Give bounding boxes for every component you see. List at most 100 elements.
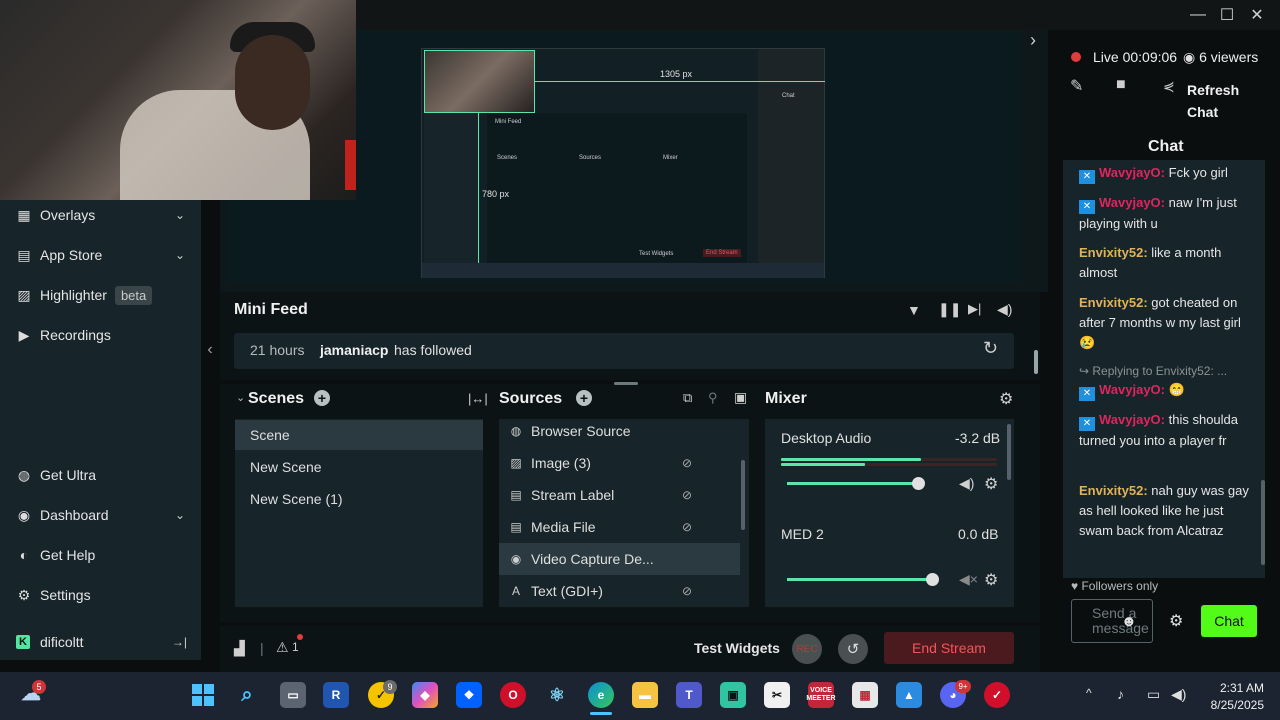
collapse-sidebar-button[interactable]: ‹	[201, 335, 219, 365]
source-item[interactable]: ◍ Browser Source	[499, 415, 740, 447]
gear-icon[interactable]: ⚙	[984, 570, 998, 590]
opera-icon[interactable]: O	[500, 682, 526, 708]
source-item[interactable]: ▤ Media File ⊘	[499, 511, 740, 543]
gear-icon[interactable]: ⚙	[984, 474, 998, 494]
source-properties-icon[interactable]: ⚲	[708, 390, 718, 406]
preview-webcam-source[interactable]	[424, 50, 535, 113]
chevron-down-icon[interactable]: ⌄	[175, 248, 185, 262]
sidebar-item-get-ultra[interactable]: ◍ Get Ultra	[0, 455, 201, 495]
network-icon[interactable]: ▭	[1147, 686, 1160, 703]
emoji-icon[interactable]: ☻	[1121, 613, 1137, 630]
chevron-down-icon[interactable]: ⌄	[236, 391, 245, 404]
chevron-down-icon[interactable]: ⌄	[175, 508, 185, 522]
user-profile[interactable]: K dificoltt →|	[0, 624, 201, 660]
capcut-icon[interactable]: ✂	[764, 682, 790, 708]
gear-icon[interactable]: ⚙	[1169, 611, 1183, 631]
slider-knob[interactable]	[912, 477, 925, 490]
send-chat-button[interactable]: Chat	[1201, 605, 1257, 637]
edit-icon[interactable]: ✎	[1070, 76, 1083, 96]
source-item[interactable]: ◉ Video Capture De...	[499, 543, 740, 575]
skip-icon[interactable]: ▶|	[968, 301, 981, 317]
scrollbar[interactable]	[1034, 350, 1038, 374]
slider-knob[interactable]	[926, 573, 939, 586]
files-icon[interactable]: ▭	[280, 682, 306, 708]
alert-icon[interactable]: ⚠	[276, 639, 289, 656]
feed-action: has followed	[394, 342, 472, 358]
chevron-up-icon[interactable]: ^	[1086, 686, 1092, 700]
stats-icon[interactable]: ▟	[234, 640, 245, 657]
muted-icon[interactable]: ◀×	[959, 571, 978, 588]
atom-icon[interactable]: ⚛	[544, 682, 570, 708]
chevron-down-icon[interactable]: ⌄	[175, 208, 185, 222]
minimize-button[interactable]: —	[1183, 0, 1213, 30]
scene-transition-icon[interactable]: |↔|	[468, 391, 488, 406]
dropbox-icon[interactable]: ❖	[456, 682, 482, 708]
test-widgets-button[interactable]: Test Widgets	[694, 640, 780, 656]
volume-slider[interactable]	[787, 578, 933, 581]
eye-slash-icon[interactable]: ⊘	[682, 488, 692, 502]
camera-icon[interactable]: ■	[1116, 76, 1126, 94]
add-scene-button[interactable]: +	[314, 390, 330, 406]
add-source-button[interactable]: +	[576, 390, 592, 406]
feed-user[interactable]: jamaniacp	[320, 342, 388, 358]
share-icon[interactable]: ⋞	[1163, 78, 1175, 95]
streamlabs-icon[interactable]: ▣	[720, 682, 746, 708]
username: dificoltt	[40, 634, 84, 650]
windows-icon[interactable]	[190, 682, 216, 708]
eye-slash-icon[interactable]: ⊘	[682, 456, 692, 470]
sidebar-item-recordings[interactable]: ▶ Recordings	[0, 315, 201, 355]
replay-icon[interactable]: ↻	[983, 338, 998, 359]
refresh-chat-button[interactable]: Refresh Chat	[1187, 79, 1239, 123]
calc-icon[interactable]: ▦	[852, 682, 878, 708]
scene-item[interactable]: Scene	[235, 420, 483, 450]
sidebar-item-overlays[interactable]: ▦ Overlays ⌄	[0, 195, 201, 235]
edge-icon[interactable]: e	[588, 682, 614, 708]
rec-button[interactable]: REC	[792, 634, 822, 664]
resize-handle[interactable]	[614, 382, 638, 385]
search-icon[interactable]: ⌕	[234, 682, 260, 708]
copilot-icon[interactable]: ◆	[412, 682, 438, 708]
chat-message: ✕ WavyjayO: this shoulda turned you into …	[1079, 412, 1239, 448]
folder-icon[interactable]: ▬	[632, 682, 658, 708]
teams-icon[interactable]: T	[676, 682, 702, 708]
photos-icon[interactable]: ▲	[896, 682, 922, 708]
eye-slash-icon[interactable]: ⊘	[682, 584, 692, 598]
scene-item[interactable]: New Scene	[235, 452, 483, 482]
scrollbar[interactable]	[1007, 424, 1011, 480]
volume-slider[interactable]	[787, 482, 919, 485]
sidebar-item-settings[interactable]: ⚙ Settings	[0, 575, 201, 615]
scene-item[interactable]: New Scene (1)	[235, 484, 483, 514]
scrollbar[interactable]	[741, 460, 745, 530]
sidebar-item-highlighter[interactable]: ▨ Highlighter beta	[0, 275, 201, 315]
close-button[interactable]: ✕	[1242, 0, 1272, 30]
r-app-icon[interactable]: R	[323, 682, 349, 708]
scrollbar[interactable]	[1261, 480, 1265, 565]
end-stream-button[interactable]: End Stream	[884, 632, 1014, 664]
antivirus-icon[interactable]: ✓	[984, 682, 1010, 708]
chat-input[interactable]: Send a message	[1071, 599, 1153, 643]
volume-icon[interactable]: ◀)	[997, 301, 1012, 318]
clock[interactable]: 2:31 AM 8/25/2025	[1200, 680, 1264, 714]
eye-slash-icon[interactable]: ⊘	[682, 520, 692, 534]
folder-add-icon[interactable]: ▣	[734, 389, 747, 406]
sidebar-item-dashboard[interactable]: ◉ Dashboard ⌄	[0, 495, 201, 535]
expand-chat-arrow[interactable]: ›	[1030, 30, 1046, 50]
voicemeeter-icon[interactable]: VOICE MEETER	[806, 682, 836, 708]
gear-icon[interactable]: ⚙	[999, 389, 1013, 409]
preview-canvas[interactable]: Mini Feed Scenes Sources Mixer Test Widg…	[421, 48, 825, 278]
sidebar-item-get-help[interactable]: ◐ Get Help	[0, 535, 201, 575]
maximize-button[interactable]: ☐	[1212, 0, 1242, 30]
source-item[interactable]: A Text (GDI+) ⊘	[499, 575, 740, 607]
sidebar-item-label: Get Help	[40, 547, 96, 563]
replay-buffer-icon[interactable]: ↺	[838, 634, 868, 664]
pause-icon[interactable]: ❚❚	[938, 301, 961, 318]
microphone-icon[interactable]: ♪	[1117, 686, 1124, 702]
sidebar-item-app-store[interactable]: ▤ App Store ⌄	[0, 235, 201, 275]
source-group-icon[interactable]: ⧉	[683, 390, 692, 406]
filter-icon[interactable]: ▼	[907, 302, 921, 318]
volume-icon[interactable]: ◀)	[959, 475, 974, 492]
source-item[interactable]: ▨ Image (3) ⊘	[499, 447, 740, 479]
speaker-icon[interactable]: ◀)	[1171, 686, 1186, 703]
source-item[interactable]: ▤ Stream Label ⊘	[499, 479, 740, 511]
logout-icon[interactable]: →|	[172, 635, 187, 649]
